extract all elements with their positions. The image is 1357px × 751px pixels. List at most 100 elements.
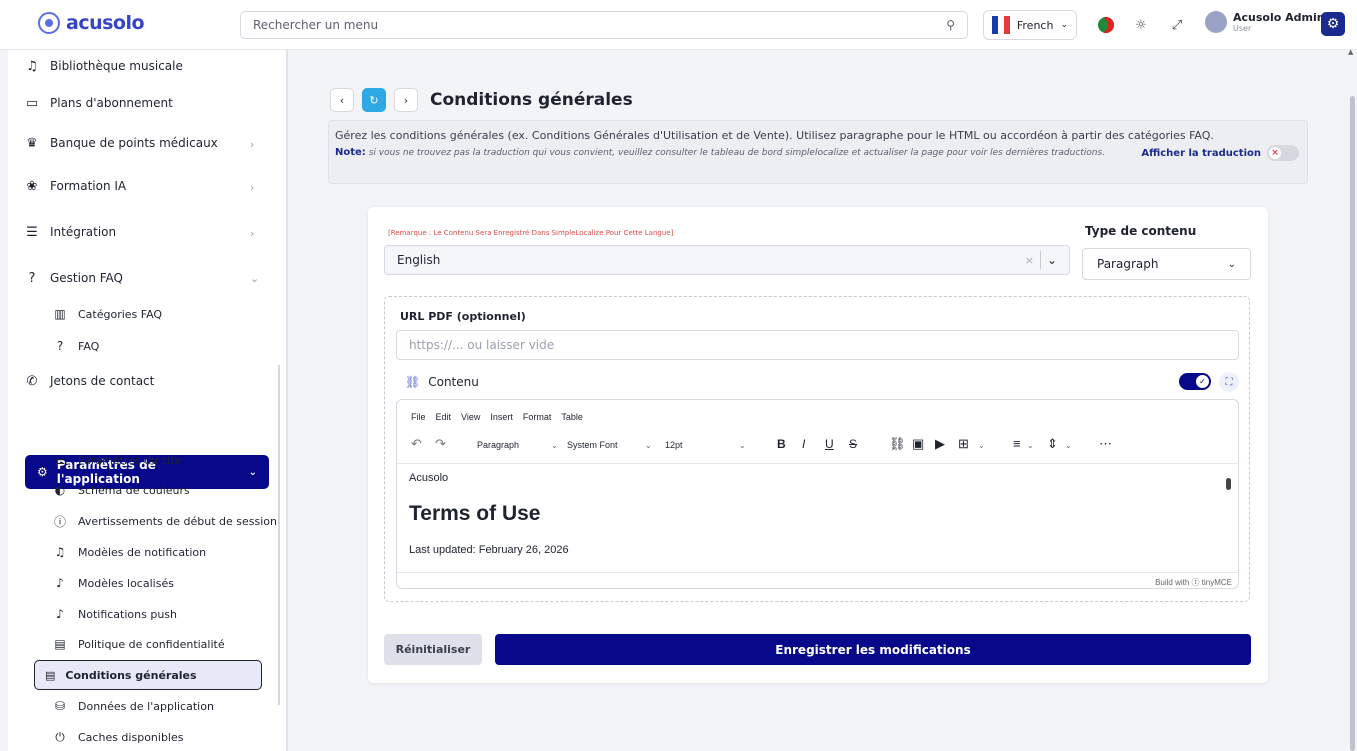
sidebar-item-label: Gestion FAQ: [50, 271, 123, 285]
chevron-down-icon: ⌄: [1027, 441, 1034, 450]
menu-file[interactable]: File: [411, 412, 426, 422]
user-name: Acusolo Admin: [1233, 11, 1325, 24]
editor-menubar: File Edit View Insert Format Table: [411, 412, 583, 422]
line-height-icon[interactable]: ⇕: [1047, 436, 1058, 452]
phone-icon: ✆: [26, 373, 38, 389]
page-title: Conditions générales: [430, 90, 633, 110]
sidebar-item-privacy-policy[interactable]: ▤ Politique de confidentialité: [52, 636, 224, 652]
reset-label: Réinitialiser: [395, 643, 471, 656]
sidebar-item-music-library[interactable]: ♫ Bibliothèque musicale: [24, 58, 183, 74]
language-select[interactable]: French ⌄: [983, 10, 1077, 40]
form-card: [Remarque : Le Contenu Sera Enregistré D…: [368, 207, 1268, 683]
sidebar-item-push-notifications[interactable]: ♪ Notifications push: [52, 606, 177, 622]
content-type-label: Type de contenu: [1085, 224, 1197, 238]
sidebar-scrollbar[interactable]: [278, 365, 280, 705]
sidebar-item-terms[interactable]: ▤ Conditions générales: [34, 660, 262, 690]
sidebar-item-label: FAQ: [78, 339, 100, 353]
editor-paragraph: Last updated: February 26, 2026: [409, 544, 569, 556]
reset-button[interactable]: Réinitialiser: [384, 634, 482, 665]
refresh-button[interactable]: ↻: [362, 88, 386, 112]
strikethrough-icon[interactable]: S: [849, 437, 857, 451]
toggle-switch[interactable]: [1267, 145, 1299, 161]
sidebar-item-session-warnings[interactable]: ⓘ Avertissements de début de session: [52, 513, 277, 529]
settings-button[interactable]: ⚙: [1321, 12, 1345, 36]
italic-icon[interactable]: I: [802, 437, 805, 451]
sidebar-item-label: Bibliothèque musicale: [50, 59, 183, 73]
note-label: Note:: [335, 147, 366, 158]
expand-icon[interactable]: ⤢: [1167, 15, 1187, 35]
sidebar-item-medical-points[interactable]: ♛ Banque de points médicaux: [24, 135, 218, 151]
sidebar-item-ai-training[interactable]: ❀ Formation IA: [24, 178, 127, 194]
sidebar-item-faq-management[interactable]: ? Gestion FAQ: [24, 270, 123, 286]
align-icon[interactable]: ≡: [1013, 436, 1021, 451]
toggle-icon: ⚌: [54, 453, 66, 467]
sidebar-item-integration[interactable]: ☰ Intégration: [24, 224, 116, 240]
save-button[interactable]: Enregistrer les modifications: [495, 634, 1251, 665]
link-icon[interactable]: ⛓: [889, 436, 906, 452]
content-toggle[interactable]: [1179, 373, 1211, 390]
page-scrollbar[interactable]: [1350, 96, 1355, 751]
rich-text-editor[interactable]: File Edit View Insert Format Table ↶ ↷ P…: [396, 399, 1239, 589]
block-format-select[interactable]: Paragraph: [477, 440, 519, 450]
sidebar-item-faq-categories[interactable]: ▥ Catégories FAQ: [52, 306, 162, 322]
show-translation-toggle[interactable]: Afficher la traduction: [1141, 145, 1299, 161]
sidebar-item-color-scheme[interactable]: ◐ Schéma de couleurs: [52, 482, 190, 498]
menu-insert[interactable]: Insert: [490, 412, 513, 422]
sidebar-item-localized-templates[interactable]: ♪ Modèles localisés: [52, 575, 174, 591]
font-family-select[interactable]: System Font: [567, 440, 618, 450]
bell-dot-icon: ♪: [56, 607, 64, 621]
more-icon[interactable]: ⋯: [1099, 436, 1112, 452]
bold-icon[interactable]: B: [777, 437, 786, 451]
bell-dot-icon: ♪: [56, 576, 64, 590]
table-icon[interactable]: ⊞: [958, 436, 969, 452]
sun-icon[interactable]: ☼: [1131, 15, 1151, 35]
clear-icon[interactable]: ×: [1025, 254, 1034, 267]
pdf-url-input[interactable]: https://... ou laisser vide: [396, 330, 1239, 360]
sidebar-item-label: Schéma de couleurs: [78, 483, 190, 497]
image-icon[interactable]: ▣: [912, 436, 924, 452]
user-role: User: [1233, 24, 1252, 33]
sidebar-item-app-data[interactable]: ⛁ Données de l'application: [52, 698, 214, 714]
sidebar-item-faq[interactable]: ? FAQ: [52, 338, 100, 354]
media-icon[interactable]: ▶: [935, 436, 945, 452]
chevron-down-icon: ⌄: [1060, 20, 1068, 30]
sidebar-item-contact-tokens[interactable]: ✆ Jetons de contact: [24, 373, 155, 389]
back-button[interactable]: ‹: [330, 88, 354, 112]
forward-button[interactable]: ›: [394, 88, 418, 112]
editor-scrollbar[interactable]: [1226, 466, 1232, 566]
sidebar-item-site-settings[interactable]: ⚌ Paramètres du site: [52, 452, 182, 468]
sidebar-item-label: Jetons de contact: [50, 374, 155, 388]
show-translation-label: Afficher la traduction: [1141, 147, 1261, 159]
sidebar-item-subscription-plans[interactable]: ▭ Plans d'abonnement: [24, 95, 173, 111]
note-text: Note: si vous ne trouvez pas la traducti…: [335, 146, 1125, 160]
sidebar-item-notification-templates[interactable]: ♫ Modèles de notification: [52, 544, 207, 560]
sidebar: ♫ Bibliothèque musicale ▭ Plans d'abonneme…: [8, 50, 286, 751]
scrollbar-thumb[interactable]: [1226, 478, 1231, 490]
tinymce-branding[interactable]: Build with ⓣ tinyMCE: [1155, 578, 1232, 587]
fullscreen-button[interactable]: ⛶: [1219, 372, 1239, 392]
power-icon: ⏻: [55, 729, 65, 744]
menu-view[interactable]: View: [461, 412, 480, 422]
chevron-down-icon: ⌄: [739, 441, 746, 450]
info-panel: Gérez les conditions générales (ex. Cond…: [328, 120, 1308, 184]
chevron-down-icon[interactable]: ⌄: [1047, 253, 1057, 267]
menu-table[interactable]: Table: [561, 412, 583, 422]
database-icon: ⛁: [54, 699, 66, 713]
font-size-select[interactable]: 12pt: [665, 440, 683, 450]
sidebar-item-available-caches[interactable]: ⏻ Caches disponibles: [52, 729, 183, 745]
portugal-flag-icon[interactable]: [1096, 15, 1116, 35]
chevron-right-icon: ›: [250, 181, 255, 194]
user-menu[interactable]: Acusolo Admin User: [1205, 11, 1325, 33]
chevron-down-icon: ⌄: [645, 441, 652, 450]
content-type-select[interactable]: Paragraph ⌄: [1082, 248, 1251, 280]
redo-icon[interactable]: ↷: [435, 436, 446, 452]
underline-icon[interactable]: U: [825, 437, 834, 451]
search-input[interactable]: Rechercher un menu ⚲: [240, 11, 968, 39]
menu-edit[interactable]: Edit: [436, 412, 452, 422]
undo-icon[interactable]: ↶: [411, 436, 422, 452]
language-select[interactable]: English × ⌄: [384, 245, 1070, 275]
menu-format[interactable]: Format: [523, 412, 552, 422]
editor-content[interactable]: Acusolo Terms of Use Last updated: Febru…: [409, 472, 1219, 556]
scroll-up-icon[interactable]: ▲: [1348, 48, 1353, 56]
logo[interactable]: acusolo: [38, 12, 145, 34]
